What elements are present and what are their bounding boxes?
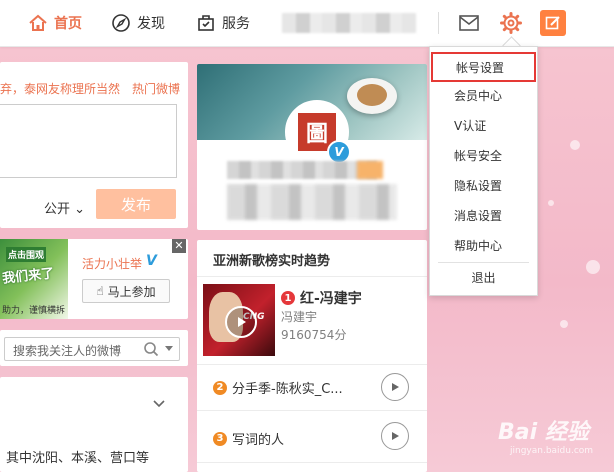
promo-image-headline: 我们来了 — [1, 266, 55, 287]
top-navigation-bar: 首页 发现 服务 — [0, 0, 614, 47]
trending-topic-link[interactable]: 弃，泰网友称理所当然 — [0, 82, 120, 96]
menu-item-account-security[interactable]: 帐号安全 — [430, 143, 537, 167]
join-now-button[interactable]: ☝ 马上参加 — [82, 279, 170, 303]
music-chart-title[interactable]: 亚洲新歌榜实时趋势 — [213, 250, 330, 269]
visibility-selector[interactable]: 公开 ⌄ — [44, 198, 85, 217]
rank-badge: 2 — [213, 380, 227, 395]
music-chart-card: 亚洲新歌榜实时趋势 CNG 1 红-冯建宇 冯建宇 9160754分 2 分手季… — [197, 240, 427, 472]
watermark-logo: Bai 经验 — [498, 420, 589, 445]
menu-item-privacy-settings[interactable]: 隐私设置 — [430, 173, 537, 197]
song-score: 9160754分 — [281, 328, 347, 342]
mail-icon[interactable] — [458, 13, 480, 33]
menu-item-member-center[interactable]: 会员中心 — [430, 83, 537, 107]
settings-dropdown-menu: 帐号设置 会员中心 V认证 帐号安全 隐私设置 消息设置 帮助中心 退出 — [429, 46, 538, 296]
promo-title[interactable]: 活力小壮举 — [82, 255, 142, 272]
close-icon[interactable]: ✕ — [172, 239, 186, 253]
nav-home-label: 首页 — [54, 16, 82, 32]
promo-image-tag: 点击围观 — [6, 247, 47, 262]
group-feed-text[interactable]: 其中沈阳、本溪、营口等 — [6, 447, 149, 466]
blurred-profile-name[interactable] — [227, 161, 377, 179]
nav-discover[interactable]: 发现 — [111, 12, 165, 34]
compose-hint-row: 弃，泰网友称理所当然 热门微博 — [0, 80, 180, 97]
group-card: 其中沈阳、本溪、营口等 — [0, 377, 188, 472]
promo-card: 点击围观 我们来了 助力，谨慎横拆 活力小壮举 V ☝ 马上参加 ✕ — [0, 239, 188, 319]
hand-icon: ☝ — [96, 284, 104, 298]
divider — [197, 276, 427, 277]
briefcase-icon — [198, 15, 214, 31]
search-placeholder: 搜索我关注人的微博 — [13, 344, 122, 358]
blurred-username[interactable] — [282, 13, 416, 33]
rank-badge: 3 — [213, 431, 227, 446]
play-icon — [392, 383, 399, 391]
menu-item-account-settings[interactable]: 帐号设置 — [431, 52, 536, 82]
logout-button[interactable]: 退出 — [430, 269, 537, 286]
compose-panel: 弃，泰网友称理所当然 热门微博 公开 ⌄ 发布 — [0, 62, 188, 228]
publish-button[interactable]: 发布 — [96, 189, 176, 219]
edit-icon — [545, 16, 560, 30]
chevron-down-icon: ⌄ — [74, 202, 86, 217]
song-title: 分手季-陈秋实_C... — [232, 382, 343, 397]
song-row[interactable]: 2 分手季-陈秋实_C... — [213, 378, 343, 397]
play-icon — [392, 432, 399, 440]
search-input[interactable]: 搜索我关注人的微博 — [4, 337, 180, 361]
play-overlay-icon[interactable] — [225, 306, 257, 338]
visibility-label: 公开 — [44, 202, 71, 217]
nav-service[interactable]: 服务 — [196, 12, 250, 34]
divider — [197, 364, 427, 365]
search-icon[interactable] — [143, 341, 159, 357]
menu-item-v-verification[interactable]: V认证 — [430, 113, 537, 137]
compose-textarea[interactable] — [0, 104, 177, 178]
nav-service-label: 服务 — [222, 16, 250, 32]
blurred-profile-stats[interactable] — [227, 184, 397, 220]
coffee-image — [357, 84, 387, 106]
play-button[interactable] — [381, 422, 409, 450]
promo-image[interactable]: 点击围观 我们来了 助力，谨慎横拆 — [0, 239, 68, 319]
song-title-row[interactable]: 1 红-冯建宇 — [281, 288, 362, 308]
divider — [197, 462, 427, 463]
search-dropdown-icon[interactable] — [165, 346, 173, 351]
compass-icon — [112, 14, 130, 32]
search-card: 搜索我关注人的微博 — [0, 330, 188, 366]
blurred-level-badge — [357, 161, 383, 179]
watermark-url: jingyan.baidu.com — [510, 446, 594, 456]
profile-card: 圖 V — [197, 64, 427, 230]
nav-discover-label: 发现 — [137, 16, 165, 32]
join-now-label: 马上参加 — [107, 284, 156, 299]
nav-home[interactable]: 首页 — [28, 12, 82, 34]
chevron-down-icon[interactable] — [152, 397, 166, 411]
home-icon — [29, 14, 47, 31]
topbar-divider — [438, 12, 439, 34]
song-title: 写词的人 — [232, 433, 285, 448]
rank-badge: 1 — [281, 291, 295, 305]
gear-icon[interactable] — [499, 11, 523, 35]
background-decoration — [530, 60, 614, 472]
promo-image-caption: 助力，谨慎横拆 — [2, 306, 66, 316]
hot-weibo-link[interactable]: 热门微博 — [132, 82, 180, 96]
song-artist[interactable]: 冯建宇 — [281, 308, 317, 325]
menu-item-help-center[interactable]: 帮助中心 — [430, 233, 537, 257]
menu-divider — [438, 262, 529, 263]
song-title: 红-冯建宇 — [300, 291, 362, 307]
divider — [197, 410, 427, 411]
song-cover-image[interactable]: CNG — [203, 284, 275, 356]
menu-item-message-settings[interactable]: 消息设置 — [430, 203, 537, 227]
verified-badge-icon: V — [146, 253, 157, 269]
play-button[interactable] — [381, 373, 409, 401]
song-row[interactable]: 3 写词的人 — [213, 429, 284, 448]
compose-button[interactable] — [540, 10, 566, 36]
